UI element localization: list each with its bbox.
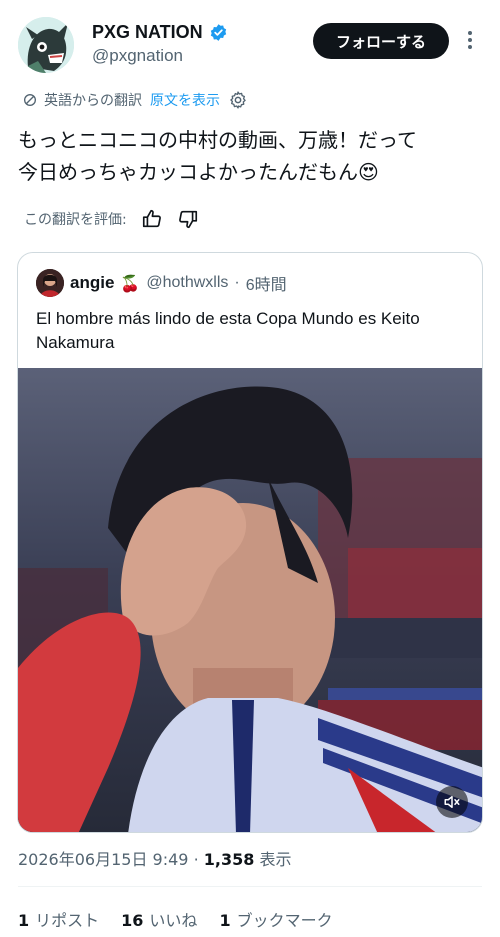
mute-icon[interactable] [436,786,468,818]
tweet-text: もっとニコニコの中村の動画、万歳！だって 今日めっちゃカッコよかったんだもん😍 [18,124,483,188]
follow-button[interactable]: フォローする [313,23,449,59]
gear-icon[interactable] [228,90,248,110]
tweet-timestamp[interactable]: 2026年06月15日 9:49 [18,850,188,869]
thumbs-down-icon[interactable] [177,208,199,230]
separator-dot: · [193,850,204,869]
reposts-label: リポスト [35,911,100,930]
translated-from: 英語からの翻訳 [22,90,142,110]
translated-from-label: 英語からの翻訳 [44,93,142,109]
tweet-text-line: もっとニコニコの中村の動画、万歳！だって [18,128,417,152]
creature-avatar-icon [18,17,74,73]
author-handle[interactable]: @pxgnation [92,46,183,66]
quoted-time: 6時間 [245,277,287,294]
likes-label: いいね [149,911,198,930]
tweet-text-line: 今日めっちゃカッコよかったんだもん😍 [18,160,379,184]
more-options-icon[interactable] [460,28,480,52]
tweet-meta: 2026年06月15日 9:49 · 1,358 表示 [18,846,291,870]
video-frame-image [18,368,482,832]
tweet-header: PXG NATION @pxgnation フォローする [0,0,500,80]
reposts-stat[interactable]: 1 リポスト [18,907,99,931]
person-avatar-icon [36,269,64,297]
author-display-name[interactable]: PXG NATION [92,22,203,43]
divider [18,886,482,887]
translate-icon [24,94,36,106]
views-count: 1,358 [203,850,255,869]
author-name-row[interactable]: PXG NATION [92,22,228,43]
quoted-author-avatar[interactable] [36,269,64,297]
verified-badge-icon [209,23,228,42]
cherry-emoji: 🍒 [120,273,141,293]
rate-translation-row: この翻訳を評価: [24,206,199,232]
quoted-author-handle: @hothwxlls [146,274,229,291]
likes-count: 16 [121,911,144,930]
translation-bar: 英語からの翻訳 原文を表示 [22,88,248,112]
quoted-author-name[interactable]: angie [70,273,114,293]
quoted-tweet-header: angie 🍒 @hothwxlls · 6時間 [36,269,287,297]
author-avatar[interactable] [18,17,74,73]
reposts-count: 1 [18,911,30,930]
bookmarks-count: 1 [219,911,231,930]
quoted-tweet-text: El hombre más lindo de esta Copa Mundo e… [36,309,420,352]
likes-stat[interactable]: 16 いいね [121,907,197,931]
bookmarks-label: ブックマーク [236,911,333,930]
rate-translation-label: この翻訳を評価: [24,212,127,228]
quoted-video[interactable] [18,368,482,832]
show-original-link[interactable]: 原文を表示 [150,90,220,110]
thumbs-up-icon[interactable] [141,208,163,230]
views-label: 表示 [259,850,292,869]
separator-dot: · [234,274,240,291]
quoted-tweet-card[interactable]: angie 🍒 @hothwxlls · 6時間 El hombre más l… [17,252,483,833]
engagement-stats: 1 リポスト 16 いいね 1 ブックマーク [18,907,333,931]
bookmarks-stat[interactable]: 1 ブックマーク [219,907,332,931]
